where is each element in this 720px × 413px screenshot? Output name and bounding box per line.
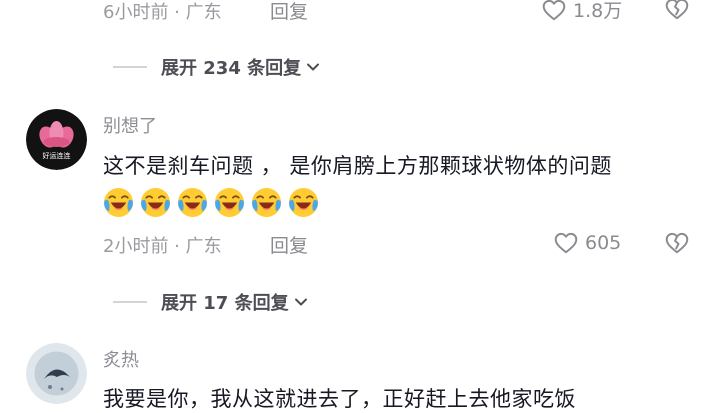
reply-button[interactable]: 回复 [270, 0, 308, 24]
comment-text: 我要是你，我从这就进去了，正好赶上去他家吃饭 [103, 387, 576, 411]
expand-replies-label: 展开 234 条回复 [161, 58, 302, 79]
avatar[interactable] [26, 343, 87, 404]
avatar-label: 好运连连 [42, 152, 71, 160]
time-location: 6小时前 · 广东 [103, 2, 222, 23]
laughing-crying-emoji-icon [140, 187, 171, 218]
chevron-down-icon [293, 294, 309, 310]
broken-heart-icon[interactable] [664, 0, 690, 22]
comment-text: 这不是刹车问题 ， 是你肩膀上方那颗球状物体的问题 [103, 154, 612, 178]
username[interactable]: 别想了 [103, 112, 157, 138]
laughing-crying-emoji-icon [103, 187, 134, 218]
like-count: 1.8万 [573, 0, 623, 22]
expand-replies-button[interactable]: 展开 234 条回复 [113, 54, 321, 80]
like-count: 605 [585, 232, 622, 254]
expand-replies-button[interactable]: 展开 17 条回复 [113, 289, 309, 315]
laughing-crying-emoji-icon [177, 187, 208, 218]
emoji-row [103, 187, 319, 218]
laughing-crying-emoji-icon [288, 187, 319, 218]
avatar[interactable]: 好运连连 [26, 109, 87, 170]
like-button[interactable]: 605 [553, 230, 621, 256]
laughing-crying-emoji-icon [251, 187, 282, 218]
chevron-down-icon [305, 59, 321, 75]
broken-heart-icon[interactable] [664, 230, 690, 256]
username[interactable]: 炙热 [103, 346, 139, 372]
laughing-crying-emoji-icon [214, 187, 245, 218]
reply-button[interactable]: 回复 [270, 231, 308, 258]
expand-replies-label: 展开 17 条回复 [161, 293, 289, 314]
divider-line [113, 301, 147, 303]
divider-line [113, 66, 147, 68]
like-button[interactable]: 1.8万 [541, 0, 622, 23]
heart-outline-icon [541, 0, 567, 23]
heart-outline-icon [553, 230, 579, 256]
time-location: 2小时前 · 广东 [103, 236, 222, 257]
